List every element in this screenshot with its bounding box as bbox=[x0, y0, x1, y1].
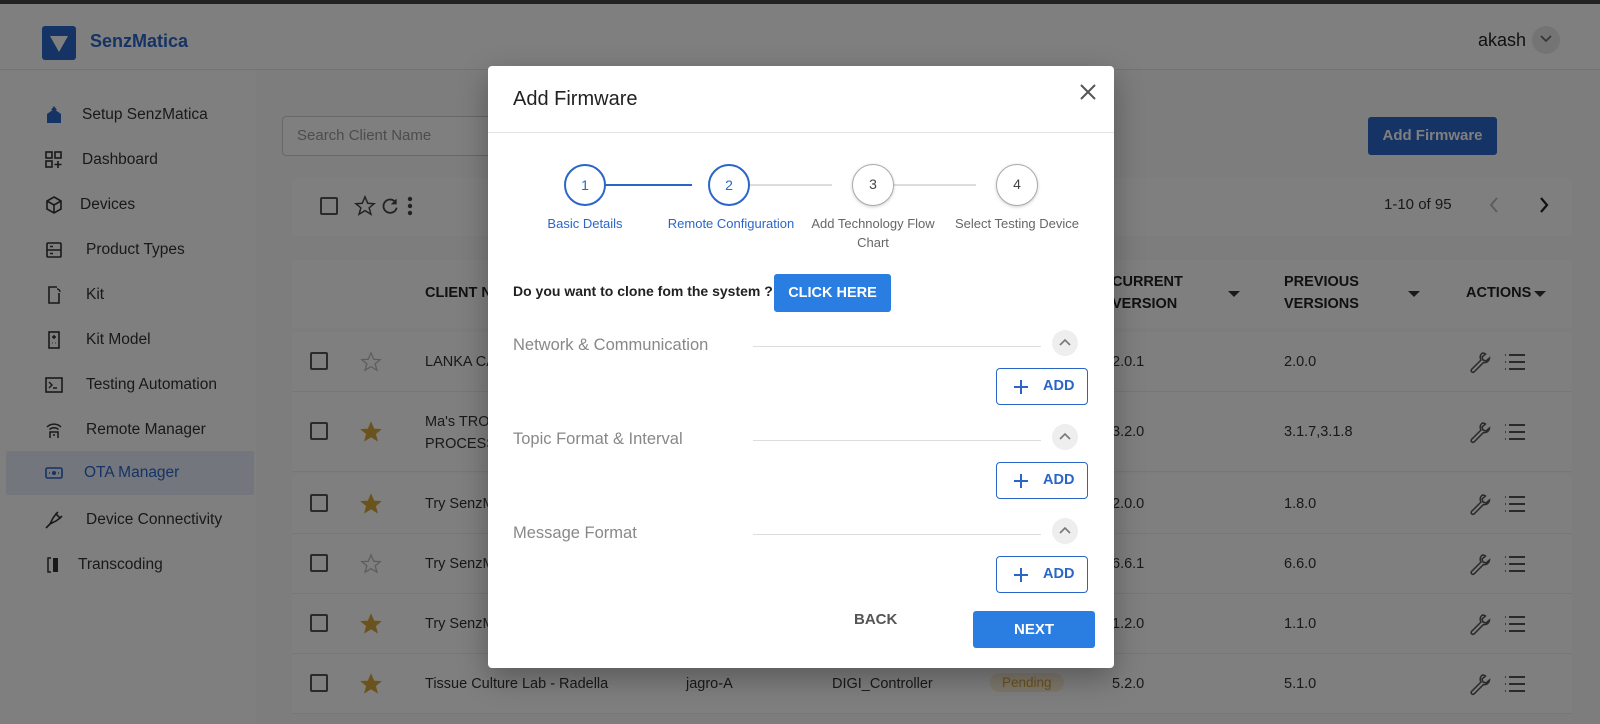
chevron-up-icon bbox=[1059, 338, 1071, 346]
section-divider bbox=[753, 440, 1041, 441]
chevron-up-icon bbox=[1059, 526, 1071, 534]
section-collapse-button[interactable] bbox=[1052, 518, 1078, 544]
next-button[interactable]: NEXT bbox=[973, 611, 1095, 648]
section-divider bbox=[753, 346, 1041, 347]
dialog-title: Add Firmware bbox=[513, 88, 638, 110]
add-topic-button[interactable]: ADD bbox=[996, 462, 1088, 499]
chevron-up-icon bbox=[1059, 432, 1071, 440]
step-4-circle[interactable]: 4 bbox=[996, 164, 1038, 206]
step-1-label: Basic Details bbox=[547, 216, 623, 231]
step-2-circle[interactable]: 2 bbox=[708, 164, 750, 206]
section-title-message: Message Format bbox=[513, 524, 637, 542]
section-title-network: Network & Communication bbox=[513, 336, 709, 354]
section-title-topic: Topic Format & Interval bbox=[513, 430, 683, 448]
clone-question: Do you want to clone fom the system ? bbox=[513, 283, 773, 299]
add-firmware-dialog: Add Firmware 1 2 3 4 Basic Details Remot… bbox=[488, 66, 1114, 668]
step-4-label: Select Testing Device bbox=[954, 216, 1080, 231]
add-label: ADD bbox=[1043, 472, 1075, 488]
section-collapse-button[interactable] bbox=[1052, 330, 1078, 356]
step-3-circle[interactable]: 3 bbox=[852, 164, 894, 206]
plus-icon bbox=[1014, 380, 1028, 394]
add-label: ADD bbox=[1043, 566, 1075, 582]
add-label: ADD bbox=[1043, 378, 1075, 394]
close-icon[interactable] bbox=[1078, 82, 1098, 102]
section-collapse-button[interactable] bbox=[1052, 424, 1078, 450]
step-2-label: Remote Configuration bbox=[667, 216, 795, 231]
plus-icon bbox=[1014, 474, 1028, 488]
plus-icon bbox=[1014, 568, 1028, 582]
section-divider bbox=[753, 534, 1041, 535]
step-1-circle[interactable]: 1 bbox=[564, 164, 606, 206]
step-3-label: Add Technology Flow Chart bbox=[811, 216, 935, 250]
divider bbox=[488, 132, 1114, 133]
add-message-button[interactable]: ADD bbox=[996, 556, 1088, 593]
back-button[interactable]: BACK bbox=[854, 611, 897, 628]
add-network-button[interactable]: ADD bbox=[996, 368, 1088, 405]
clone-click-here-button[interactable]: CLICK HERE bbox=[774, 274, 891, 312]
